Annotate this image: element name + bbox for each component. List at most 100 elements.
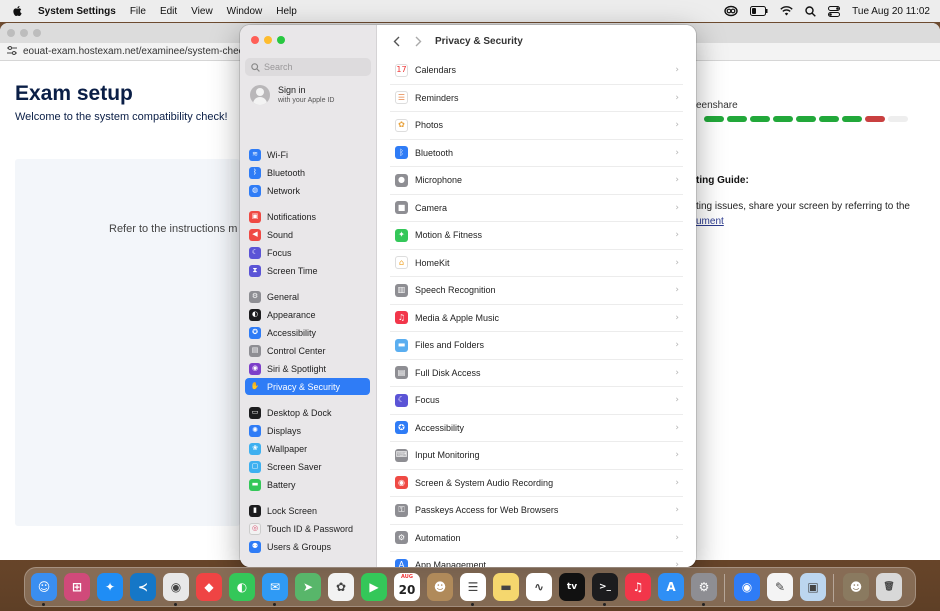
battery-icon[interactable] (750, 6, 768, 16)
privacy-row-input-monitoring[interactable]: ⌨ Input Monitoring › (390, 442, 683, 470)
settings-search-field[interactable]: Search (245, 58, 371, 76)
privacy-row-accessibility[interactable]: ✪ Accessibility › (390, 415, 683, 442)
menu-help[interactable]: Help (276, 6, 297, 17)
menu-datetime[interactable]: Tue Aug 20 11:02 (852, 6, 930, 17)
privacy-row-motion-fitness[interactable]: ✦ Motion & Fitness › (390, 222, 683, 250)
sidebar-item-notifications[interactable]: ▣ Notifications (245, 208, 370, 225)
photos-icon[interactable]: ✿ (328, 573, 354, 601)
wifi-icon[interactable] (780, 6, 793, 16)
privacy-row-label: App Management (415, 560, 487, 567)
menu-app-name[interactable]: System Settings (38, 6, 116, 17)
privacy-row-calendars[interactable]: 17 Calendars › (390, 57, 683, 85)
maps-icon[interactable]: ➤ (295, 573, 321, 601)
preview-icon[interactable]: ▣ (800, 573, 826, 601)
guide-document-link[interactable]: ument (696, 216, 724, 227)
window-close-button[interactable] (251, 36, 259, 44)
system-settings-icon[interactable]: ⚙ (691, 573, 717, 601)
screenshare-progress-segment (888, 116, 908, 122)
back-button[interactable] (388, 33, 404, 49)
apple-logo-icon[interactable] (12, 5, 24, 17)
finder-icon[interactable]: ☺ (31, 573, 57, 601)
sidebar-item-displays[interactable]: ✺ Displays (245, 422, 370, 439)
sidebar-item-focus[interactable]: ☾ Focus (245, 244, 370, 261)
music-icon[interactable]: ♫ (625, 573, 651, 601)
safari-icon[interactable]: ✦ (97, 573, 123, 601)
sidebar-item-accessibility[interactable]: ✪ Accessibility (245, 324, 370, 341)
chrome-icon[interactable]: ◉ (163, 573, 189, 601)
sidebar-item-lock-screen[interactable]: ▮ Lock Screen (245, 502, 370, 519)
sidebar-item-touch-id-password[interactable]: ◎ Touch ID & Password (245, 520, 370, 537)
search-icon[interactable] (805, 5, 816, 17)
privacy-row-full-disk-access[interactable]: ▤ Full Disk Access › (390, 360, 683, 387)
privacy-row-microphone[interactable]: ● Microphone › (390, 167, 683, 195)
sidebar-item-screen-saver[interactable]: ▢ Screen Saver (245, 458, 370, 475)
mail-icon[interactable]: ✉ (262, 573, 288, 601)
browser-url[interactable]: eouat-exam.hostexam.net/examinee/system-… (23, 46, 249, 57)
find-my-icon[interactable]: ◉ (734, 573, 760, 601)
window-zoom-button[interactable] (277, 36, 285, 44)
privacy-row-camera[interactable]: ■ Camera › (390, 195, 683, 222)
sidebar-item-siri-spotlight[interactable]: ◉ Siri & Spotlight (245, 360, 370, 377)
menu-edit[interactable]: Edit (160, 6, 177, 17)
messages-icon[interactable]: ◐ (229, 573, 255, 601)
privacy-row-photos[interactable]: ✿ Photos › (390, 112, 683, 140)
sidebar-item-network[interactable]: ◍ Network (245, 182, 370, 199)
privacy-row-files-and-folders[interactable]: ▬ Files and Folders › (390, 332, 683, 360)
anydesk-icon[interactable]: ◆ (196, 573, 222, 601)
privacy-row-media-apple-music[interactable]: ♫ Media & Apple Music › (390, 305, 683, 332)
appstore-icon[interactable]: A (658, 573, 684, 601)
sidebar-item-bluetooth[interactable]: ᛒ Bluetooth (245, 164, 370, 181)
privacy-row-label: Motion & Fitness (415, 230, 483, 241)
trash-icon[interactable]: 🗑 (876, 573, 902, 601)
menu-window[interactable]: Window (227, 6, 263, 17)
browser-close-button[interactable] (7, 29, 15, 37)
browser-minimize-button[interactable] (20, 29, 28, 37)
passkeys-access-for-web-browsers-icon: ⚿ (395, 503, 408, 517)
privacy-row-focus[interactable]: ☾ Focus › (390, 387, 683, 415)
sidebar-item-wallpaper[interactable]: ❀ Wallpaper (245, 440, 370, 457)
privacy-row-screen-system-audio-recording[interactable]: ◉ Screen & System Audio Recording › (390, 470, 683, 497)
sidebar-item-desktop-dock[interactable]: ▭ Desktop & Dock (245, 404, 370, 421)
contacts-icon[interactable]: ☻ (427, 573, 453, 601)
textedit-icon[interactable]: ✎ (767, 573, 793, 601)
privacy-row-reminders[interactable]: ☰ Reminders › (390, 85, 683, 112)
launchpad-icon[interactable]: ⊞ (64, 573, 90, 601)
site-settings-icon[interactable] (7, 45, 17, 58)
appletv-icon[interactable]: tv (559, 573, 585, 601)
apple-id-signin[interactable]: Sign in with your Apple ID (250, 85, 334, 105)
photo-thumbnail-icon[interactable]: ☻ (843, 573, 869, 601)
menu-file[interactable]: File (130, 6, 146, 17)
freeform-icon[interactable]: ∿ (526, 573, 552, 601)
content-header: Privacy & Security (378, 25, 696, 57)
sidebar-item-general[interactable]: ⚙ General (245, 288, 370, 305)
privacy-row-speech-recognition[interactable]: ▥ Speech Recognition › (390, 277, 683, 305)
vscode-icon[interactable]: ≺ (130, 573, 156, 601)
sidebar-item-battery[interactable]: ▬ Battery (245, 476, 370, 493)
facetime-icon[interactable]: ▶ (361, 573, 387, 601)
control-center-icon[interactable] (828, 5, 841, 17)
browser-zoom-button[interactable] (33, 29, 41, 37)
notes-icon[interactable]: ▬ (493, 573, 519, 601)
sidebar-item-users-groups[interactable]: ⚉ Users & Groups (245, 538, 370, 555)
privacy-row-bluetooth[interactable]: ᛒ Bluetooth › (390, 140, 683, 167)
privacy-row-app-management[interactable]: A App Management › (390, 552, 683, 567)
reminders-icon[interactable]: ☰ (460, 573, 486, 601)
window-minimize-button[interactable] (264, 36, 272, 44)
menu-view[interactable]: View (191, 6, 213, 17)
forward-button[interactable] (410, 33, 426, 49)
creative-cloud-icon[interactable] (724, 5, 738, 17)
sidebar-item-control-center[interactable]: ▤ Control Center (245, 342, 370, 359)
motion-fitness-icon: ✦ (395, 228, 408, 242)
sidebar-item-privacy-security[interactable]: ✋ Privacy & Security (245, 378, 370, 395)
sidebar-item-wi-fi[interactable]: ≋ Wi-Fi (245, 146, 370, 163)
terminal-icon[interactable]: >_ (592, 573, 618, 601)
instructions-panel (15, 159, 240, 526)
privacy-row-automation[interactable]: ⚙ Automation › (390, 525, 683, 552)
sidebar-item-appearance[interactable]: ◐ Appearance (245, 306, 370, 323)
app-management-icon: A (395, 558, 408, 567)
privacy-row-passkeys-access-for-web-browsers[interactable]: ⚿ Passkeys Access for Web Browsers › (390, 497, 683, 525)
sidebar-item-screen-time[interactable]: ⧗ Screen Time (245, 262, 370, 279)
calendar-icon[interactable]: AUG 20 (394, 573, 420, 601)
sidebar-item-sound[interactable]: ◀ Sound (245, 226, 370, 243)
privacy-row-homekit[interactable]: ⌂ HomeKit › (390, 250, 683, 277)
